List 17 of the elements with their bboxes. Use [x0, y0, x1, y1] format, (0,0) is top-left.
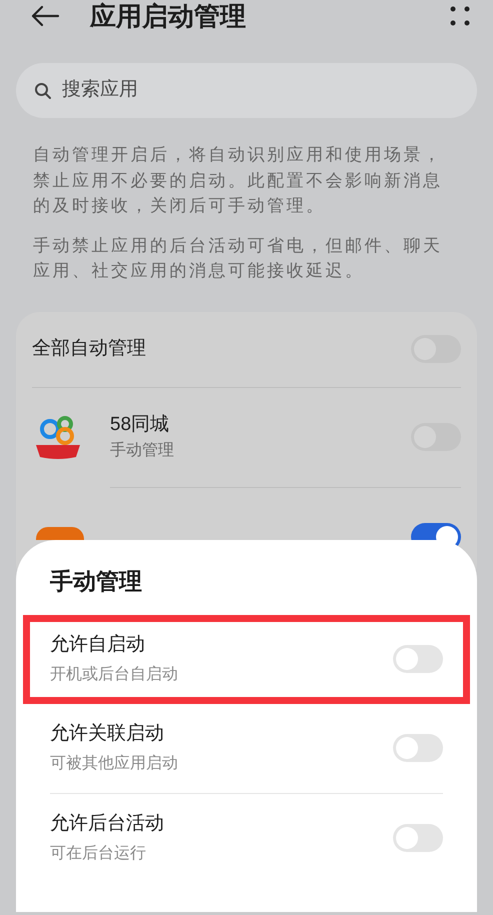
option-row[interactable]: 允许后台活动 可在后台运行	[23, 794, 470, 882]
option-label: 允许自启动	[50, 632, 146, 657]
option-row[interactable]: 允许关联启动 可被其他应用启动	[23, 704, 470, 792]
option-label: 允许后台活动	[50, 812, 165, 836]
description-text: 自动管理开启后，将自动识别应用和使用场景，禁止应用不必要的启动。此配置不会影响新消息的及时接收，关闭后可手动管理。	[33, 144, 444, 217]
option-description: 开机或后台自启动	[50, 664, 179, 686]
description-text: 手动禁止应用的后台活动可省电，但邮件、聊天应用、社交应用的消息可能接收延迟。	[33, 234, 444, 282]
app-name: 58同城	[110, 412, 170, 437]
search-field[interactable]: 搜索应用	[16, 63, 477, 118]
search-input[interactable]: 搜索应用	[62, 76, 362, 105]
page-title: 应用启动管理	[90, 0, 247, 32]
all-auto-label: 全部自动管理	[32, 336, 147, 361]
option-label: 允许关联启动	[50, 722, 165, 746]
app-status: 手动管理	[110, 440, 175, 462]
sheet-title: 手动管理	[50, 567, 142, 596]
option-description: 可在后台运行	[50, 844, 147, 864]
option-description: 可被其他应用启动	[50, 754, 179, 774]
